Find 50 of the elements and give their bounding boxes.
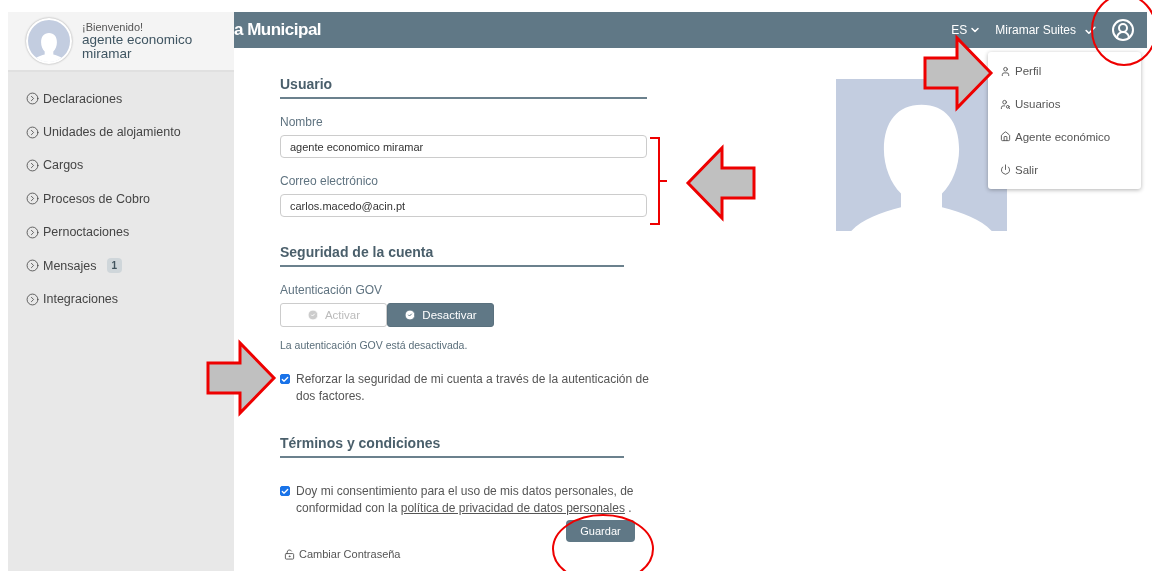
status-note: La autenticación GOV está desactivada.: [280, 339, 469, 351]
sidebar-item[interactable]: Integraciones: [43, 292, 119, 307]
power-icon: [1000, 164, 1011, 176]
consent-text: Doy mi consentimiento para el uso de mis datos personales, de conformidad con la política de privacidad de datos personales .: [296, 483, 635, 517]
count-badge: 1: [106, 258, 123, 274]
section-title: Usuario: [280, 76, 647, 99]
user-name: agente economico miramar: [82, 33, 194, 61]
field-label: Correo electrónico: [280, 174, 380, 188]
change-password-link[interactable]: Cambiar Contraseña: [284, 548, 647, 560]
menu-item[interactable]: Salir: [988, 153, 1141, 187]
welcome-text: ¡Bienvenido!: [82, 21, 145, 33]
section-title: Seguridad de la cuenta: [280, 244, 624, 267]
sidebar-item[interactable]: Unidades de alojamiento: [43, 125, 181, 140]
checkbox[interactable]: [280, 486, 290, 496]
checkbox-label: Reforzar la seguridad de mi cuenta a través de la autenticación de dos factores.: [296, 371, 650, 405]
save-button[interactable]: Guardar: [566, 520, 635, 542]
user-search-icon: [1000, 98, 1011, 110]
menu-item[interactable]: Agente económico: [988, 120, 1141, 154]
chevron-circle-icon: [26, 259, 39, 273]
menu-item[interactable]: Perfil: [988, 55, 1141, 88]
check-circle-icon: [306, 309, 319, 321]
chevron-circle-icon: [26, 158, 39, 172]
chevron-circle-icon: [26, 92, 39, 106]
input-field[interactable]: carlos.macedo@acin.pt: [280, 194, 647, 217]
sidebar-item[interactable]: Pernoctaciones: [43, 225, 130, 240]
house-icon: [1000, 131, 1011, 143]
user-avatar-icon[interactable]: [1111, 18, 1135, 42]
sidebar-item[interactable]: Mensajes: [43, 258, 97, 273]
check-circle-icon: [404, 309, 417, 321]
input-field[interactable]: agente economico miramar: [280, 135, 647, 158]
field-label: Nombre: [280, 115, 324, 129]
privacy-policy-link[interactable]: política de privacidad de datos personales: [400, 501, 625, 515]
padlock-icon: [284, 548, 295, 560]
toggle-option[interactable]: Desactivar: [387, 303, 494, 327]
field-label: Autenticación GOV: [280, 283, 384, 297]
person-icon: [1000, 65, 1011, 77]
language-selector[interactable]: ES: [951, 23, 982, 37]
sidebar-item[interactable]: Procesos de Cobro: [43, 191, 150, 206]
sidebar-item[interactable]: Cargos: [43, 158, 84, 173]
chevron-circle-icon: [26, 125, 39, 139]
account-selector[interactable]: Miramar Suites: [995, 23, 1097, 37]
menu-item[interactable]: Usuarios: [988, 87, 1141, 121]
checkbox[interactable]: [280, 374, 290, 384]
section-title: Términos y condiciones: [280, 435, 624, 458]
chevron-circle-icon: [26, 225, 39, 239]
sidebar-item[interactable]: Declaraciones: [43, 91, 123, 106]
chevron-circle-icon: [26, 192, 39, 206]
chevron-circle-icon: [26, 292, 39, 306]
check-icon: [1084, 23, 1097, 37]
app-title: a Municipal: [234, 20, 323, 40]
